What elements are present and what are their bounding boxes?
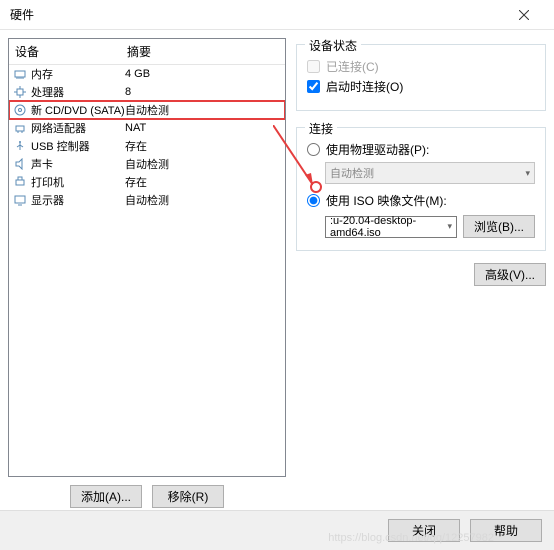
header-device: 设备 (9, 39, 121, 64)
usb-icon (13, 139, 27, 153)
table-row[interactable]: 内存4 GB (9, 65, 285, 83)
close-dialog-button[interactable]: 关闭 (388, 519, 460, 542)
table-row[interactable]: 新 CD/DVD (SATA)自动检测 (9, 101, 285, 119)
table-row[interactable]: 打印机存在 (9, 173, 285, 191)
table-row[interactable]: 显示器自动检测 (9, 191, 285, 209)
device-list: 设备 摘要 内存4 GB处理器8新 CD/DVD (SATA)自动检测网络适配器… (8, 38, 286, 477)
connected-label: 已连接(C) (326, 58, 379, 75)
device-summary: 8 (125, 86, 131, 98)
connection-group-title: 连接 (305, 120, 337, 137)
net-icon (13, 121, 27, 135)
iso-path-value: :u-20.04-desktop-amd64.iso (330, 215, 447, 239)
iso-path-combo[interactable]: :u-20.04-desktop-amd64.iso ▾ (325, 216, 457, 238)
status-group-title: 设备状态 (305, 37, 361, 54)
sound-icon (13, 157, 27, 171)
device-summary: 存在 (125, 138, 147, 154)
device-name: 新 CD/DVD (SATA) (31, 102, 125, 118)
device-name: USB 控制器 (31, 138, 125, 154)
list-header: 设备 摘要 (9, 39, 285, 65)
connect-on-power-checkbox[interactable] (307, 80, 320, 93)
device-summary: 存在 (125, 174, 147, 190)
advanced-button[interactable]: 高级(V)... (474, 263, 546, 286)
use-iso-radio-row[interactable]: 使用 ISO 映像文件(M): (307, 192, 535, 209)
window-title: 硬件 (10, 6, 504, 23)
device-summary: 4 GB (125, 68, 150, 80)
connection-group: 连接 使用物理驱动器(P): 自动检测 ▾ 使用 ISO 映像文件(M): :u… (296, 127, 546, 251)
chevron-down-icon[interactable]: ▾ (447, 221, 452, 232)
help-button[interactable]: 帮助 (470, 519, 542, 542)
connected-checkbox-row: 已连接(C) (307, 58, 535, 75)
device-summary: 自动检测 (125, 192, 169, 208)
connect-on-power-label: 启动时连接(O) (326, 78, 403, 95)
device-summary: 自动检测 (125, 102, 169, 118)
physical-drive-select: 自动检测 ▾ (325, 162, 535, 184)
device-name: 显示器 (31, 192, 125, 208)
device-summary: 自动检测 (125, 156, 169, 172)
table-row[interactable]: USB 控制器存在 (9, 137, 285, 155)
use-iso-label: 使用 ISO 映像文件(M): (326, 192, 447, 209)
device-summary: NAT (125, 122, 146, 134)
add-button[interactable]: 添加(A)... (70, 485, 142, 508)
device-name: 网络适配器 (31, 120, 125, 136)
device-name: 内存 (31, 66, 125, 82)
cpu-icon (13, 85, 27, 99)
device-status-group: 设备状态 已连接(C) 启动时连接(O) (296, 44, 546, 111)
close-icon (519, 10, 529, 20)
disc-icon (13, 103, 27, 117)
printer-icon (13, 175, 27, 189)
use-physical-radio-row[interactable]: 使用物理驱动器(P): (307, 141, 535, 158)
use-iso-radio[interactable] (307, 194, 320, 207)
use-physical-radio[interactable] (307, 143, 320, 156)
browse-button[interactable]: 浏览(B)... (463, 215, 535, 238)
device-name: 处理器 (31, 84, 125, 100)
table-row[interactable]: 声卡自动检测 (9, 155, 285, 173)
remove-button[interactable]: 移除(R) (152, 485, 224, 508)
header-summary: 摘要 (121, 39, 285, 64)
table-row[interactable]: 处理器8 (9, 83, 285, 101)
memory-icon (13, 67, 27, 81)
connect-on-power-row[interactable]: 启动时连接(O) (307, 78, 535, 95)
table-row[interactable]: 网络适配器NAT (9, 119, 285, 137)
chevron-down-icon: ▾ (525, 168, 530, 179)
device-name: 打印机 (31, 174, 125, 190)
close-button[interactable] (504, 0, 544, 30)
physical-drive-value: 自动检测 (330, 165, 374, 181)
device-name: 声卡 (31, 156, 125, 172)
display-icon (13, 193, 27, 207)
use-physical-label: 使用物理驱动器(P): (326, 141, 429, 158)
connected-checkbox (307, 60, 320, 73)
